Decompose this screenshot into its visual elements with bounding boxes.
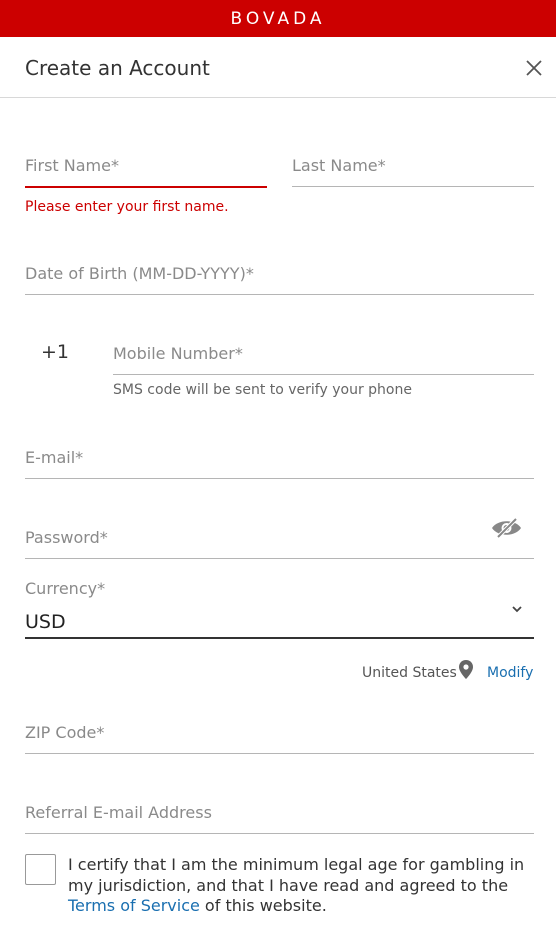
- top-bar: BOVADA: [0, 0, 556, 37]
- certify-text-before: I certify that I am the minimum legal ag…: [68, 855, 525, 895]
- dob-field[interactable]: Date of Birth (MM-DD-YYYY)*: [25, 258, 534, 296]
- referral-email-field[interactable]: Referral E-mail Address: [25, 797, 534, 835]
- eye-slash-icon[interactable]: [490, 517, 523, 539]
- currency-label: Currency*: [25, 579, 106, 598]
- zip-code-field[interactable]: ZIP Code*: [25, 717, 534, 755]
- close-icon[interactable]: [520, 54, 548, 82]
- password-underline: [25, 558, 534, 559]
- terms-of-service-link[interactable]: Terms of Service: [68, 896, 200, 915]
- certify-checkbox[interactable]: [25, 854, 56, 885]
- modal-header: Create an Account: [0, 37, 556, 98]
- bovada-logo: BOVADA: [230, 8, 326, 29]
- mobile-number-underline: [113, 374, 534, 375]
- modify-location-link[interactable]: Modify: [487, 665, 533, 681]
- chevron-down-icon[interactable]: [510, 602, 524, 616]
- currency-underline: [25, 637, 534, 639]
- location-country: United States: [362, 665, 457, 681]
- page-title: Create an Account: [25, 56, 210, 80]
- currency-select[interactable]: Currency* USD: [25, 578, 534, 640]
- certify-text-after: of this website.: [199, 896, 327, 915]
- email-field[interactable]: E-mail*: [25, 442, 534, 480]
- first-name-error: Please enter your first name.: [25, 199, 229, 215]
- last-name-field[interactable]: Last Name*: [292, 150, 534, 188]
- sms-helper-text: SMS code will be sent to verify your pho…: [113, 382, 412, 398]
- referral-email-underline: [25, 833, 534, 834]
- last-name-underline: [292, 186, 534, 187]
- email-underline: [25, 478, 534, 479]
- certify-text: I certify that I am the minimum legal ag…: [68, 855, 538, 917]
- first-name-field[interactable]: First Name*: [25, 150, 267, 188]
- first-name-underline: [25, 186, 267, 188]
- mobile-number-field[interactable]: Mobile Number*: [113, 338, 534, 376]
- currency-value: USD: [25, 611, 66, 633]
- phone-prefix: +1: [41, 341, 70, 363]
- zip-code-underline: [25, 753, 534, 754]
- password-field[interactable]: Password*: [25, 522, 534, 560]
- map-pin-icon: [459, 660, 473, 679]
- dob-underline: [25, 294, 534, 295]
